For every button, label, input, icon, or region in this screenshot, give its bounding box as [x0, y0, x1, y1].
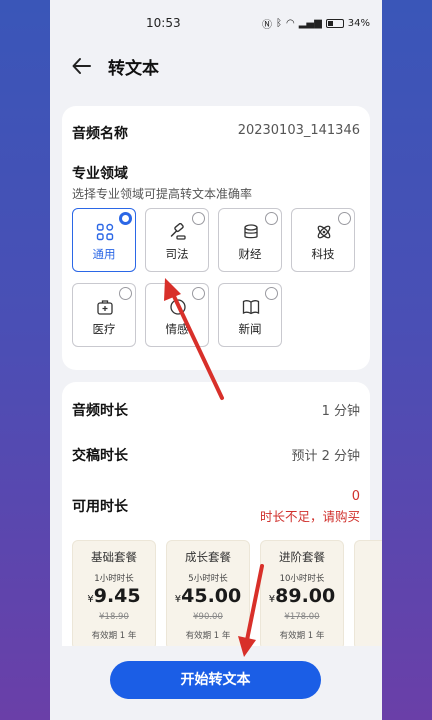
- battery-percent: 34%: [347, 18, 370, 29]
- coins-icon: [244, 224, 258, 239]
- phone-screen: 10:53 Ⓝ ᛒ ◠ ▂▄▆ 34% 转文本 音频名称 20230103_14…: [50, 0, 382, 720]
- battery-icon: [325, 19, 344, 28]
- book-icon: [242, 300, 260, 315]
- package-validity: 有效期 1 年: [185, 631, 231, 641]
- domain-option-general[interactable]: 通用: [72, 208, 136, 272]
- available-duration-value: 0: [351, 489, 360, 504]
- domain-option-news[interactable]: 新闻: [218, 283, 282, 347]
- insufficient-duration-link[interactable]: 时长不足，请购买: [260, 509, 360, 524]
- audio-name-value: 20230103_141346: [237, 123, 360, 138]
- transcribe-duration-row: 交稿时长 预计 2 分钟: [72, 445, 360, 465]
- package-price: ¥9.45: [73, 585, 155, 607]
- start-transcribe-button[interactable]: 开始转文本: [110, 661, 321, 699]
- status-time: 10:53: [146, 16, 181, 30]
- audio-duration-value: 1 分钟: [321, 404, 360, 419]
- package-hours: 5小时时长: [188, 574, 228, 584]
- radio-unselected[interactable]: [265, 212, 278, 225]
- domain-option-label: 财经: [238, 247, 262, 261]
- audio-duration-row: 音频时长 1 分钟: [72, 400, 360, 420]
- package-price-value: 45.00: [181, 585, 242, 607]
- domain-option-label: 通用: [92, 247, 116, 261]
- radio-unselected[interactable]: [119, 287, 132, 300]
- package-price-value: 89.00: [275, 585, 336, 607]
- back-arrow-icon[interactable]: [70, 54, 94, 78]
- status-icons: Ⓝ ᛒ ◠ ▂▄▆ 34%: [262, 16, 370, 31]
- domain-title: 专业领域: [72, 166, 128, 182]
- wifi-icon: ◠: [285, 18, 295, 29]
- package-validity: 有效期 1 年: [279, 631, 325, 641]
- domain-option-medical[interactable]: 医疗: [72, 283, 136, 347]
- heart-icon: [170, 299, 186, 315]
- domain-option-finance[interactable]: 财经: [218, 208, 282, 272]
- package-price-value: 9.45: [93, 585, 141, 607]
- radio-unselected[interactable]: [192, 287, 205, 300]
- grid-icon: [96, 223, 114, 241]
- package-original-price: ¥18.90: [99, 612, 129, 622]
- domain-title-row: 专业领域: [72, 163, 360, 183]
- package-card-growth[interactable]: 成长套餐 5小时时长 ¥45.00 ¥90.00 有效期 1 年: [166, 540, 250, 650]
- status-bar: 10:53 Ⓝ ᛒ ◠ ▂▄▆ 34%: [50, 0, 382, 46]
- package-validity: 有效期 1 年: [91, 631, 137, 641]
- atom-icon: [317, 225, 331, 239]
- package-card-advanced[interactable]: 进阶套餐 10小时时长 ¥89.00 ¥178.00 有效期 1 年: [260, 540, 344, 650]
- audio-duration-label: 音频时长: [72, 403, 128, 419]
- domain-option-emotion[interactable]: 情感: [145, 283, 209, 347]
- audio-name-row: 音频名称 20230103_141346: [72, 123, 360, 143]
- bottom-action-bar: 开始转文本: [50, 646, 382, 720]
- radio-unselected[interactable]: [192, 212, 205, 225]
- package-name: 进阶套餐: [279, 550, 325, 564]
- package-price: ¥45.00: [167, 585, 249, 607]
- package-hours: 1小时时长: [94, 574, 134, 584]
- available-warning-wrap: 时长不足，请购买: [72, 506, 360, 525]
- header: 转文本: [50, 46, 382, 90]
- audio-name-label: 音频名称: [72, 126, 128, 142]
- available-duration-value-wrap: 0: [72, 488, 360, 504]
- package-original-price: ¥178.00: [284, 612, 320, 622]
- domain-hint: 选择专业领域可提高转文本准确率: [72, 187, 253, 201]
- radio-unselected[interactable]: [265, 287, 278, 300]
- duration-card: 音频时长 1 分钟 交稿时长 预计 2 分钟 可用时长 0 时长不足，请购买 基…: [62, 382, 382, 682]
- package-price: ¥89.00: [261, 585, 343, 607]
- package-card-basic[interactable]: 基础套餐 1小时时长 ¥9.45 ¥18.90 有效期 1 年: [72, 540, 156, 650]
- domain-option-label: 情感: [165, 322, 189, 336]
- domain-option-label: 科技: [311, 247, 335, 261]
- transcribe-duration-label: 交稿时长: [72, 448, 128, 464]
- package-hours: 10小时时长: [279, 574, 325, 584]
- package-name: 成长套餐: [185, 550, 231, 564]
- page-title: 转文本: [108, 59, 159, 79]
- bluetooth-icon: ᛒ: [275, 18, 282, 29]
- domain-option-law[interactable]: 司法: [145, 208, 209, 272]
- domain-option-label: 司法: [165, 247, 189, 261]
- domain-option-label: 新闻: [238, 322, 262, 336]
- package-original-price: ¥90.00: [193, 612, 223, 622]
- settings-card: 音频名称 20230103_141346 专业领域 选择专业领域可提高转文本准确…: [62, 106, 370, 370]
- nfc-icon: Ⓝ: [261, 20, 272, 31]
- transcribe-duration-value: 预计 2 分钟: [291, 449, 360, 464]
- domain-option-tech[interactable]: 科技: [291, 208, 355, 272]
- signal-icon: ▂▄▆: [298, 18, 322, 29]
- radio-unselected[interactable]: [338, 212, 351, 225]
- domain-option-label: 医疗: [92, 322, 116, 336]
- package-name: 基础套餐: [91, 550, 137, 564]
- package-card-partial[interactable]: [354, 540, 382, 650]
- gavel-icon: [170, 223, 186, 240]
- medkit-icon: [97, 300, 113, 315]
- radio-selected[interactable]: [119, 212, 132, 225]
